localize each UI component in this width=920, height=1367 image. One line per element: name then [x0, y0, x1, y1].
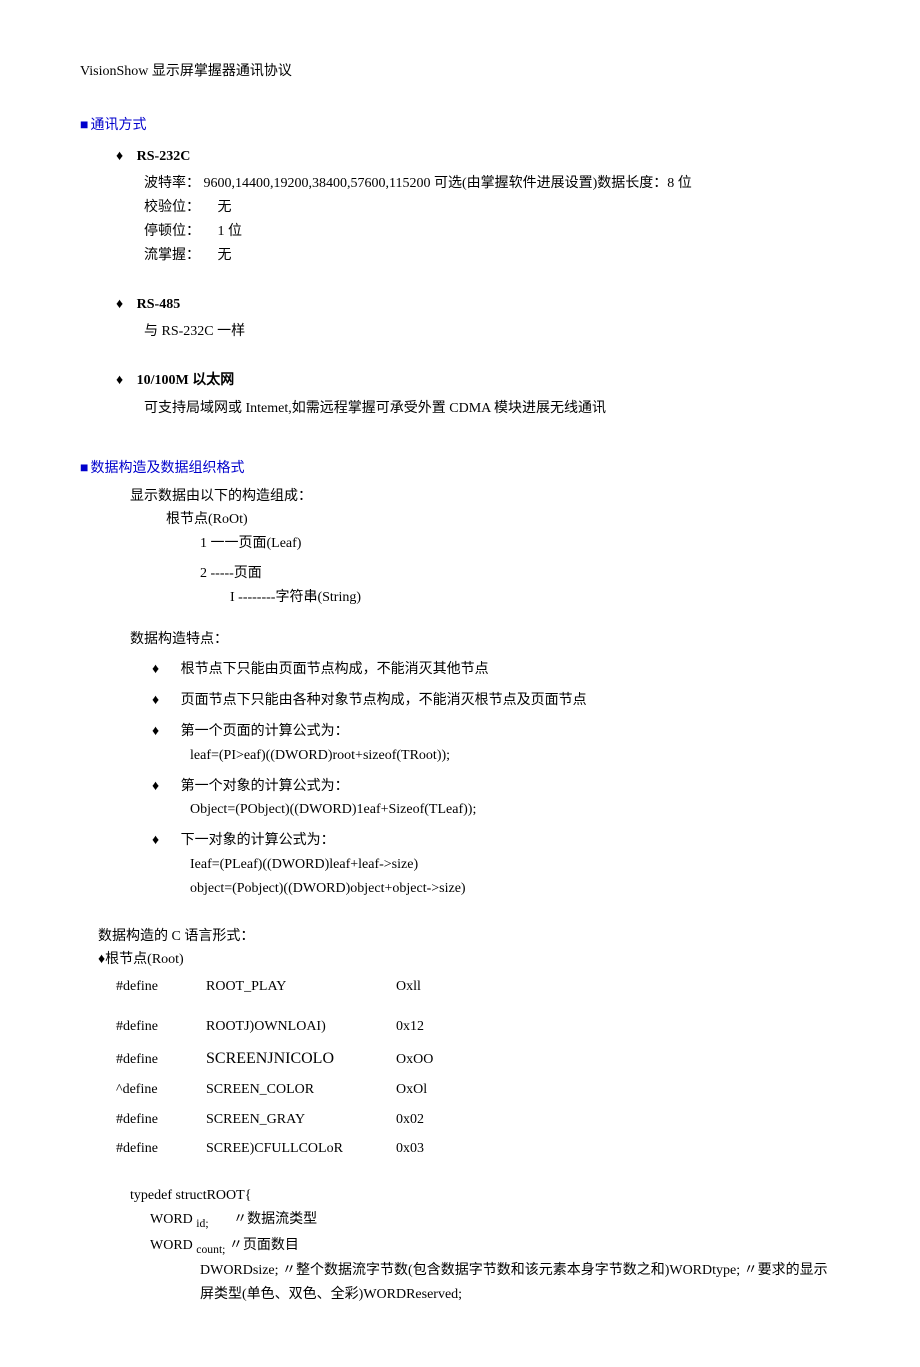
check-row: 校验位： 无 — [144, 196, 840, 220]
intro-line: 显示数据由以下的构造组成： — [130, 485, 840, 509]
diamond-bullet-icon: ♦ — [116, 147, 123, 163]
leaf1-line: 1 一一页面(Leaf) — [200, 532, 840, 556]
define-table: #define ROOT_PLAY Oxll #define ROOTJ)OWN… — [116, 972, 443, 1164]
rs485-desc: 与 RS-232C 一样 — [144, 320, 840, 344]
feature-item: ♦ 页面节点下只能由各种对象节点构成，不能消灭根节点及页面节点 — [152, 688, 840, 713]
diamond-bullet-icon: ♦ — [116, 295, 123, 311]
struct-field: WORD id; 〃数据流类型 — [150, 1208, 840, 1234]
table-row: #define ROOT_PLAY Oxll — [116, 972, 443, 1002]
struct-tail: DWORDsize; 〃整个数据流字节数(包含数据字节数和该元素本身字节数之和)… — [200, 1259, 840, 1307]
table-row: #define SCREE)CFULLCOLoR 0x03 — [116, 1134, 443, 1164]
typedef-line: typedef structROOT{ — [130, 1184, 840, 1208]
diamond-bullet-icon: ♦ — [152, 691, 159, 707]
diamond-bullet-icon: ♦ — [152, 660, 159, 676]
c-lang-heading: 数据构造的 C 语言形式： — [98, 925, 840, 949]
list-item: ♦ RS-485 — [116, 292, 840, 317]
section-heading-communication: ■通讯方式 — [80, 114, 840, 138]
feature-item: ♦ 下一对象的计算公式为： — [152, 828, 840, 853]
table-row: ^define SCREEN_COLOR OxOl — [116, 1075, 443, 1105]
feature-item: ♦ 第一个页面的计算公式为： — [152, 719, 840, 744]
rs485-heading: RS-485 — [137, 297, 181, 312]
diamond-bullet-icon: ♦ — [116, 371, 123, 387]
square-bullet-icon: ■ — [80, 461, 88, 476]
list-item: ♦ 10/100M 以太网 — [116, 368, 840, 393]
feature-item: ♦ 第一个对象的计算公式为： — [152, 774, 840, 799]
table-row: #define SCREEN_GRAY 0x02 — [116, 1105, 443, 1135]
ethernet-heading: 10/100M 以太网 — [137, 373, 235, 388]
diamond-bullet-icon: ♦ — [152, 722, 159, 738]
ethernet-desc: 可支持局域网或 Intemet,如需远程掌握可承受外置 CDMA 模块进展无线通… — [144, 397, 840, 421]
feature-item: ♦ 根节点下只能由页面节点构成，不能消灭其他节点 — [152, 657, 840, 682]
formula-line: Object=(PObject)((DWORD)1eaf+Sizeof(TLea… — [190, 798, 840, 822]
table-row: #define SCREENJNICOLO OxOO — [116, 1042, 443, 1075]
diamond-bullet-icon: ♦ — [152, 777, 159, 793]
section-heading-data-structure: ■数据构造及数据组织格式 — [80, 457, 840, 481]
root-node-heading: ♦根节点(Root) — [98, 948, 840, 972]
document-title: VisionShow 显示屏掌握器通讯协议 — [80, 60, 840, 84]
stop-row: 停顿位： 1 位 — [144, 220, 840, 244]
leaf2-sub-line: I --------字符串(String) — [230, 586, 840, 610]
diamond-bullet-icon: ♦ — [152, 831, 159, 847]
baud-line: 波特率： 9600,14400,19200,38400,57600,115200… — [144, 172, 840, 196]
flow-row: 流掌握： 无 — [144, 244, 840, 268]
features-label: 数据构造特点： — [130, 628, 840, 652]
square-bullet-icon: ■ — [80, 118, 88, 133]
rs232-heading: RS-232C — [137, 149, 191, 164]
list-item: ♦ RS-232C — [116, 144, 840, 169]
formula-line: leaf=(PI>eaf)((DWORD)root+sizeof(TRoot))… — [190, 744, 840, 768]
formula-line: Ieaf=(PLeaf)((DWORD)leaf+leaf->size) — [190, 853, 840, 877]
struct-field: WORD count; 〃页面数目 — [150, 1234, 840, 1260]
root-label: 根节点(RoOt) — [166, 508, 840, 532]
formula-line: object=(Pobject)((DWORD)object+object->s… — [190, 877, 840, 901]
leaf2-line: 2 -----页面 — [200, 562, 840, 586]
table-row: #define ROOTJ)OWNLOAI) 0x12 — [116, 1012, 443, 1042]
